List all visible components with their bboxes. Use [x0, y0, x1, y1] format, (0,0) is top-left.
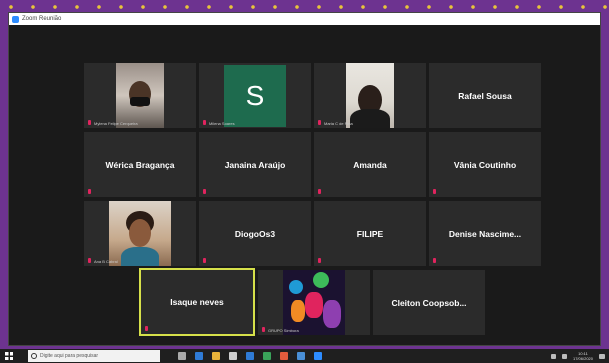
search-placeholder: Digite aqui para pesquisar [40, 353, 99, 359]
participant-tile[interactable]: Denise Nascime... [429, 201, 541, 266]
participant-name: Isaque neves [170, 297, 224, 307]
participant-tile[interactable]: Maria C de Pina [314, 63, 426, 128]
participant-name: Rafael Sousa [458, 90, 512, 101]
participant-tile[interactable]: Rafael Sousa [429, 63, 541, 128]
participant-tile[interactable]: S Milena Soares [199, 63, 311, 128]
participant-avatar: S [224, 64, 286, 127]
participant-name: Janaina Araújo [224, 159, 286, 170]
participant-video [116, 63, 164, 128]
participant-tile[interactable]: Amanda [314, 132, 426, 197]
muted-mic-icon [318, 189, 321, 194]
volume-icon[interactable] [561, 353, 567, 359]
participant-name: Wérica Bragança [105, 159, 175, 170]
app-icon[interactable] [263, 352, 271, 360]
app-icon[interactable] [297, 352, 305, 360]
window-title: Zoom Reunião [22, 16, 62, 22]
muted-mic-icon [88, 189, 91, 194]
windows-logo-icon [5, 352, 13, 360]
participant-tile[interactable]: Cleiton Coopsob... [373, 270, 485, 335]
system-tray: 10:11 17/06/2020 [550, 351, 609, 361]
muted-mic-icon [203, 189, 206, 194]
notifications-icon[interactable] [599, 353, 605, 359]
muted-mic-icon [203, 120, 206, 125]
avatar-letter: S [245, 79, 265, 111]
participant-tile[interactable]: Mylena Felipe Cerqueira [84, 63, 196, 128]
muted-mic-icon [318, 258, 321, 263]
chrome-icon[interactable] [280, 352, 288, 360]
participant-tile[interactable]: Vânia Coutinho [429, 132, 541, 197]
zoom-meeting-window: Zoom Reunião Mylena Felipe Cerqueira S M… [8, 12, 601, 346]
participant-name: DiogoOs3 [234, 228, 276, 239]
participant-label: Maria C de Pina [324, 121, 353, 126]
cortana-icon [31, 353, 37, 359]
store-icon[interactable] [229, 352, 237, 360]
zoom-app-icon [12, 15, 19, 23]
start-button[interactable] [0, 349, 18, 363]
window-titlebar[interactable]: Zoom Reunião [9, 13, 600, 25]
participant-name: Vânia Coutinho [453, 159, 517, 170]
participant-name: Cleiton Coopsob... [391, 297, 467, 308]
muted-mic-icon [433, 189, 436, 194]
participant-tile-active-speaker[interactable]: Isaque neves [139, 268, 255, 336]
mail-icon[interactable] [246, 352, 254, 360]
taskbar-pinned-apps [178, 352, 322, 360]
participant-tile[interactable]: Wérica Bragança [84, 132, 196, 197]
participant-tile[interactable]: Janaina Araújo [199, 132, 311, 197]
muted-mic-icon [88, 258, 91, 263]
muted-mic-icon [318, 120, 321, 125]
muted-mic-icon [145, 326, 148, 331]
windows-taskbar: Digite aqui para pesquisar 10:11 17/06/2… [0, 349, 609, 363]
participant-video [109, 201, 171, 266]
network-icon[interactable] [550, 353, 556, 359]
participant-label: Ana B Cabral [94, 259, 118, 264]
participant-logo-image [283, 270, 345, 335]
participant-tile[interactable]: DiogoOs3 [199, 201, 311, 266]
file-explorer-icon[interactable] [212, 352, 220, 360]
participant-name: Denise Nascime... [448, 228, 522, 239]
gallery-view: Mylena Felipe Cerqueira S Milena Soares … [9, 25, 600, 345]
muted-mic-icon [88, 120, 91, 125]
muted-mic-icon [203, 258, 206, 263]
participant-name: FILIPE [356, 228, 384, 239]
desktop-dots-top [0, 2, 609, 12]
participant-video [346, 63, 394, 128]
taskbar-search-box[interactable]: Digite aqui para pesquisar [28, 350, 160, 362]
taskbar-clock[interactable]: 10:11 17/06/2020 [573, 351, 593, 361]
participant-tile[interactable]: GRUPO Simbora [258, 270, 370, 335]
participant-label: GRUPO Simbora [268, 328, 299, 333]
clock-date: 17/06/2020 [572, 356, 593, 361]
participant-label: Mylena Felipe Cerqueira [94, 121, 138, 126]
edge-icon[interactable] [195, 352, 203, 360]
muted-mic-icon [433, 258, 436, 263]
participant-name: Amanda [353, 159, 387, 170]
participant-label: Milena Soares [209, 121, 235, 126]
participant-tile[interactable]: Ana B Cabral [84, 201, 196, 266]
participant-tile[interactable]: FILIPE [314, 201, 426, 266]
zoom-taskbar-icon[interactable] [314, 352, 322, 360]
task-view-icon[interactable] [178, 352, 186, 360]
muted-mic-icon [262, 327, 265, 332]
